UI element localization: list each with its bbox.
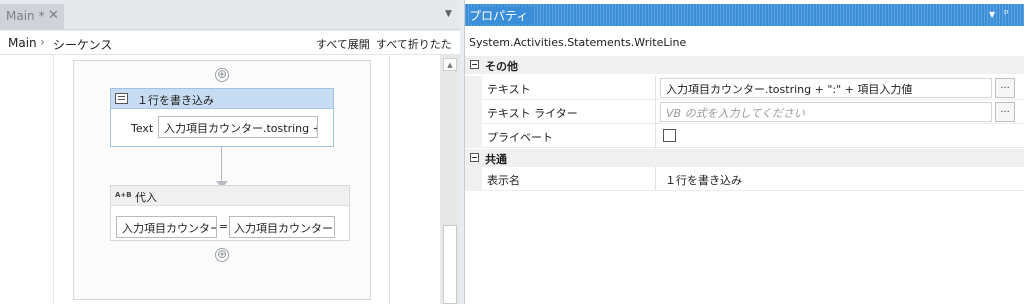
category-label: 共通 — [485, 153, 507, 166]
add-activity-icon[interactable]: ⊕ — [215, 68, 229, 82]
property-gutter — [465, 124, 482, 148]
collapse-icon[interactable] — [470, 153, 479, 162]
assign-activity[interactable]: A+B 代入 入力項目カウンター = 入力項目カウンター+ — [110, 185, 350, 241]
property-row-text[interactable]: テキスト 入力項目カウンター.tostring + ":" + 項目入力値 ..… — [465, 76, 1024, 100]
expression-editor-button[interactable]: ... — [995, 78, 1015, 98]
assign-value-input[interactable]: 入力項目カウンター+ — [229, 216, 335, 238]
tab-main-label: Main * — [6, 9, 45, 23]
property-text-writer-input[interactable]: VB の式を入力してください — [660, 102, 992, 122]
breadcrumb: Main › シーケンス すべて展開 すべて折りたたみ — [0, 31, 460, 67]
workflow-designer: Main * ✕ ▼ Main › シーケンス すべて展開 すべて折りたたみ ⊕… — [0, 0, 460, 304]
writeline-text-label: Text — [131, 122, 154, 135]
writeline-text-input[interactable]: 入力項目カウンター.tostring + ' — [158, 116, 318, 138]
display-name-value[interactable]: １行を書き込み — [665, 172, 742, 188]
category-common[interactable]: 共通 — [465, 149, 1024, 167]
breadcrumb-item-main[interactable]: Main — [8, 36, 37, 50]
designer-canvas: ⊕ １行を書き込み Text 入力項目カウンター.tostring + ' A+… — [0, 55, 440, 304]
tab-main[interactable]: Main * ✕ — [0, 4, 64, 30]
property-name: テキスト — [487, 83, 531, 96]
document-tab-bar: Main * ✕ ▼ — [0, 0, 460, 30]
expand-all-link[interactable]: すべて展開 — [316, 36, 370, 52]
divider — [655, 167, 656, 191]
scroll-up-icon[interactable]: ▲ — [443, 58, 457, 71]
private-checkbox[interactable] — [663, 129, 676, 142]
breadcrumb-separator-icon: › — [40, 35, 45, 49]
divider — [655, 76, 656, 100]
chevron-down-icon[interactable]: ▼ — [989, 10, 995, 19]
property-gutter — [465, 167, 482, 191]
writeline-icon — [115, 93, 128, 104]
writeline-activity-header[interactable]: １行を書き込み — [111, 89, 333, 109]
assign-activity-header[interactable]: A+B 代入 — [111, 186, 349, 206]
vertical-scrollbar[interactable]: ▲ — [440, 55, 460, 304]
writeline-activity[interactable]: １行を書き込み Text 入力項目カウンター.tostring + ' — [110, 88, 334, 147]
close-icon[interactable]: ✕ — [48, 8, 59, 23]
collapse-icon[interactable] — [470, 60, 479, 69]
property-row-text-writer[interactable]: テキスト ライター VB の式を入力してください ... — [465, 100, 1024, 124]
divider — [53, 55, 54, 304]
divider — [389, 55, 390, 304]
breadcrumb-item-sequence[interactable]: シーケンス — [53, 36, 112, 53]
properties-title: プロパティ — [469, 7, 533, 24]
assign-icon: A+B — [115, 191, 132, 199]
assign-activity-title: 代入 — [135, 191, 157, 204]
property-name: テキスト ライター — [487, 107, 578, 120]
scrollbar-thumb[interactable] — [443, 225, 457, 304]
divider — [655, 124, 656, 148]
property-gutter — [465, 76, 482, 100]
properties-panel: プロパティ ▼ ᵖ System.Activities.Statements.W… — [464, 0, 1024, 304]
category-label: その他 — [485, 60, 518, 73]
property-text-input[interactable]: 入力項目カウンター.tostring + ":" + 項目入力値 — [660, 78, 992, 98]
properties-title-bar: プロパティ ▼ ᵖ — [465, 4, 1024, 26]
property-gutter — [465, 100, 482, 124]
property-name: プライベート — [487, 131, 553, 144]
category-misc[interactable]: その他 — [465, 56, 1024, 74]
expression-editor-button[interactable]: ... — [995, 102, 1015, 122]
flow-connector — [221, 147, 222, 183]
selected-type-name: System.Activities.Statements.WriteLine — [469, 36, 687, 49]
chevron-down-icon[interactable]: ▼ — [445, 9, 452, 19]
add-activity-icon[interactable]: ⊕ — [215, 248, 229, 262]
assign-to-input[interactable]: 入力項目カウンター — [116, 216, 217, 238]
property-name: 表示名 — [487, 174, 520, 187]
property-row-display-name[interactable]: 表示名 １行を書き込み — [465, 167, 1024, 191]
assign-equals-sign: = — [219, 220, 229, 233]
divider — [655, 100, 656, 124]
property-row-private[interactable]: プライベート — [465, 124, 1024, 148]
writeline-activity-title: １行を書き込み — [137, 94, 214, 107]
pin-icon[interactable]: ᵖ — [1004, 7, 1009, 20]
